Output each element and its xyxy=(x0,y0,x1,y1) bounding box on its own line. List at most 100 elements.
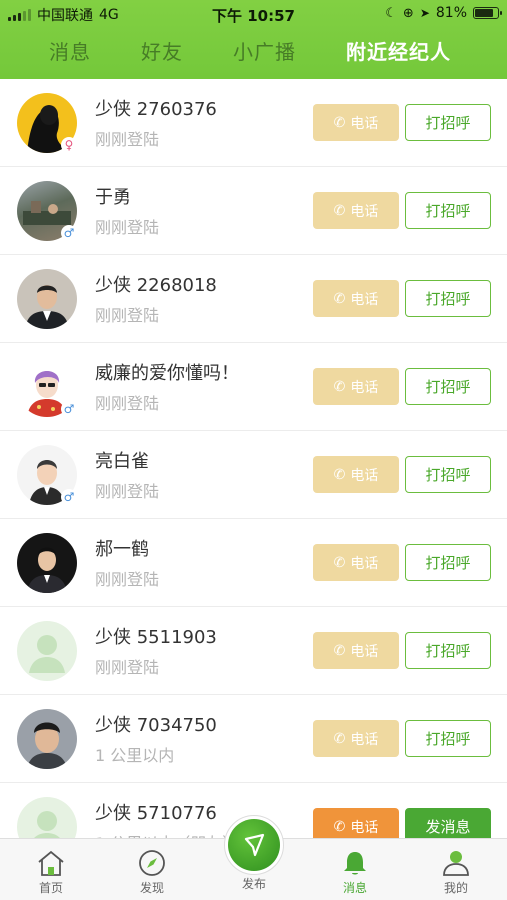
nav-home[interactable]: 首页 xyxy=(16,847,86,896)
nav-publish-label-wrap: 发布 xyxy=(219,875,289,892)
user-icon xyxy=(443,851,469,876)
agent-name: 威廉的爱你懂吗！ xyxy=(95,363,239,384)
header: 中国联通 4G 下午 10:57 ☾ ⊕ ➤ 81% 消息 好友 小广播 附近经… xyxy=(0,0,507,79)
call-button[interactable]: ✆ 电话 xyxy=(313,632,399,669)
greet-button[interactable]: 打招呼 xyxy=(405,720,491,757)
publish-button[interactable] xyxy=(224,815,284,875)
call-label: 电话 xyxy=(350,467,379,484)
greet-button[interactable]: 打招呼 xyxy=(405,104,491,141)
login-status: 刚刚登陆 xyxy=(95,394,160,413)
nav-discover-label: 发现 xyxy=(139,881,164,895)
nav-home-label: 首页 xyxy=(38,881,63,895)
agent-name: 少侠 2760376 xyxy=(95,99,217,120)
phone-icon: ✆ xyxy=(333,730,346,747)
list-item[interactable]: ♂ 亮白雀 刚刚登陆 ✆ 电话 打招呼 xyxy=(0,431,507,519)
status-bar: 中国联通 4G 下午 10:57 ☾ ⊕ ➤ 81% xyxy=(0,0,507,28)
call-button[interactable]: ✆ 电话 xyxy=(313,720,399,757)
login-status: 刚刚登陆 xyxy=(95,218,160,237)
call-label: 电话 xyxy=(350,731,379,748)
call-button[interactable]: ✆ 电话 xyxy=(313,104,399,141)
greet-button[interactable]: 打招呼 xyxy=(405,632,491,669)
list-item[interactable]: ♂ 于勇 刚刚登陆 ✆ 电话 打招呼 xyxy=(0,167,507,255)
call-label: 电话 xyxy=(350,379,379,396)
call-label: 电话 xyxy=(350,291,379,308)
agent-name: 于勇 xyxy=(95,187,131,208)
bell-icon xyxy=(344,852,366,875)
avatar[interactable] xyxy=(17,709,77,769)
nav-mine-label: 我的 xyxy=(443,881,468,895)
call-label: 电话 xyxy=(350,643,379,660)
nav-publish-label: 发布 xyxy=(241,877,266,891)
battery-icon xyxy=(473,7,502,19)
avatar[interactable] xyxy=(17,533,77,593)
phone-icon: ✆ xyxy=(333,554,346,571)
list-item[interactable]: 郝一鹤 刚刚登陆 ✆ 电话 打招呼 xyxy=(0,519,507,607)
phone-icon: ✆ xyxy=(333,466,346,483)
tab-friends[interactable]: 好友 xyxy=(141,36,183,65)
list-item[interactable]: ♀ 少侠 2760376 刚刚登陆 ✆ 电话 打招呼 xyxy=(0,79,507,167)
list-item[interactable]: 少侠 2268018 刚刚登陆 ✆ 电话 打招呼 xyxy=(0,255,507,343)
call-label: 电话 xyxy=(350,115,379,132)
phone-icon: ✆ xyxy=(333,378,346,395)
nav-messages[interactable]: 消息 xyxy=(320,847,390,896)
call-button[interactable]: ✆ 电话 xyxy=(313,280,399,317)
phone-icon: ✆ xyxy=(333,202,346,219)
home-icon xyxy=(38,850,64,876)
moon-icon: ☾ xyxy=(385,5,397,21)
greet-button[interactable]: 打招呼 xyxy=(405,368,491,405)
tab-broadcast[interactable]: 小广播 xyxy=(233,36,296,65)
call-label: 电话 xyxy=(350,555,379,572)
male-icon: ♂ xyxy=(61,401,77,417)
call-button[interactable]: ✆ 电话 xyxy=(313,456,399,493)
greet-button[interactable]: 打招呼 xyxy=(405,544,491,581)
agent-name: 少侠 5511903 xyxy=(95,627,217,648)
nav-messages-label: 消息 xyxy=(342,881,367,895)
avatar[interactable]: ♂ xyxy=(17,445,77,505)
agent-name: 少侠 5710776 xyxy=(95,803,217,824)
nearby-agents-list: ♀ 少侠 2760376 刚刚登陆 ✆ 电话 打招呼 ♂ 于勇 刚刚登陆 ✆ 电话 … xyxy=(0,79,507,871)
distance-status: 1 公里以内 xyxy=(95,746,175,765)
avatar[interactable] xyxy=(17,269,77,329)
female-icon: ♀ xyxy=(61,137,77,153)
tab-messages[interactable]: 消息 xyxy=(49,36,91,65)
login-status: 刚刚登陆 xyxy=(95,306,160,325)
greet-button[interactable]: 打招呼 xyxy=(405,456,491,493)
phone-icon: ✆ xyxy=(333,818,346,835)
phone-icon: ✆ xyxy=(333,642,346,659)
call-button[interactable]: ✆ 电话 xyxy=(313,192,399,229)
list-item[interactable]: 少侠 7034750 1 公里以内 ✆ 电话 打招呼 xyxy=(0,695,507,783)
male-icon: ♂ xyxy=(61,489,77,505)
rotation-lock-icon: ⊕ xyxy=(402,5,414,21)
agent-name: 少侠 7034750 xyxy=(95,715,217,736)
list-item[interactable]: ♂ 威廉的爱你懂吗！ 刚刚登陆 ✆ 电话 打招呼 xyxy=(0,343,507,431)
battery-percent: 81% xyxy=(435,5,467,21)
male-icon: ♂ xyxy=(61,225,77,241)
login-status: 刚刚登陆 xyxy=(95,130,160,149)
location-arrow-icon: ➤ xyxy=(419,6,430,20)
phone-icon: ✆ xyxy=(333,290,346,307)
avatar[interactable]: ♂ xyxy=(17,357,77,417)
avatar[interactable] xyxy=(17,621,77,681)
agent-name: 郝一鹤 xyxy=(95,539,149,560)
nav-mine[interactable]: 我的 xyxy=(421,847,491,896)
send-arrow-icon xyxy=(244,833,265,857)
login-status: 刚刚登陆 xyxy=(95,482,160,501)
greet-button[interactable]: 打招呼 xyxy=(405,192,491,229)
login-status: 刚刚登陆 xyxy=(95,570,160,589)
tab-bar: 消息 好友 小广播 附近经纪人 xyxy=(0,36,507,72)
avatar[interactable]: ♀ xyxy=(17,93,77,153)
compass-icon xyxy=(139,850,165,876)
greet-button[interactable]: 打招呼 xyxy=(405,280,491,317)
call-label: 电话 xyxy=(350,203,379,220)
tab-nearby-agents[interactable]: 附近经纪人 xyxy=(346,36,451,65)
list-item[interactable]: 少侠 5511903 刚刚登陆 ✆ 电话 打招呼 xyxy=(0,607,507,695)
login-status: 刚刚登陆 xyxy=(95,658,160,677)
avatar[interactable]: ♂ xyxy=(17,181,77,241)
phone-icon: ✆ xyxy=(333,114,346,131)
call-button[interactable]: ✆ 电话 xyxy=(313,544,399,581)
nav-discover[interactable]: 发现 xyxy=(117,847,187,896)
call-label: 电话 xyxy=(350,819,379,836)
agent-name: 亮白雀 xyxy=(95,451,149,472)
agent-name: 少侠 2268018 xyxy=(95,275,217,296)
call-button[interactable]: ✆ 电话 xyxy=(313,368,399,405)
